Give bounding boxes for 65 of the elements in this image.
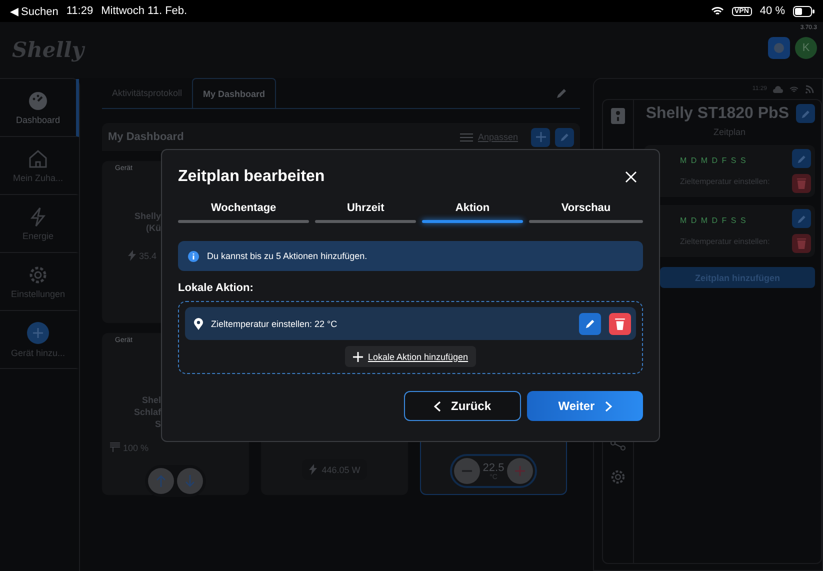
plus-button[interactable]: [507, 458, 534, 484]
location-pin-icon: [194, 318, 203, 330]
plus-icon: [352, 352, 363, 362]
step-tab[interactable]: Wochentage: [178, 202, 310, 223]
status-time: 11:29: [66, 5, 94, 17]
tab[interactable]: My Dashboard: [192, 78, 276, 108]
home-icon: [28, 148, 48, 168]
weekdays-label: M D M D F S S: [680, 216, 748, 225]
back-link[interactable]: ◀ Suchen: [10, 4, 58, 18]
cloud-icon: [773, 86, 783, 92]
lightning-icon: [128, 250, 136, 261]
pencil-icon: [796, 154, 806, 164]
thermostat-icon[interactable]: [611, 108, 625, 124]
arrow-down-icon: [185, 475, 195, 487]
step-tab[interactable]: Uhrzeit: [315, 202, 416, 223]
avatar[interactable]: K: [795, 37, 817, 59]
settings-icon[interactable]: [610, 469, 626, 485]
settings-icon: [28, 264, 48, 284]
device-title: Shelly ST1820 PbS: [646, 104, 789, 122]
pencil-icon: [796, 214, 806, 224]
pencil-icon: [584, 318, 596, 329]
close-icon[interactable]: [625, 171, 637, 183]
lightning-icon: [308, 464, 317, 475]
back-button[interactable]: Zurück: [404, 391, 521, 421]
arrow-up-icon: [156, 475, 166, 487]
trash-icon: [797, 178, 806, 189]
status-button[interactable]: [768, 37, 790, 59]
pencil-icon: [560, 132, 570, 142]
chevron-right-icon: [604, 400, 612, 412]
trash-icon: [615, 318, 625, 330]
status-date: Mittwoch 11. Feb.: [101, 5, 188, 17]
shutter-icon: [110, 442, 120, 453]
plus-icon: [27, 322, 49, 344]
status-dot-icon: [773, 42, 785, 54]
wifi-icon: [789, 86, 799, 92]
battery-icon: [793, 6, 815, 16]
add-action-button[interactable]: Lokale Aktion hinzufügen: [344, 346, 476, 367]
chevron-left-icon: [434, 400, 441, 412]
info-icon: [188, 250, 199, 262]
pencil-icon[interactable]: [556, 87, 568, 99]
gauge-icon: [28, 90, 48, 110]
step-tab[interactable]: Aktion: [422, 202, 523, 223]
rss-icon: [805, 84, 814, 94]
wifi-icon: [710, 6, 724, 16]
minus-button[interactable]: [454, 458, 480, 484]
sidebar-item[interactable]: Dashboard: [0, 79, 79, 137]
delete-button[interactable]: [609, 312, 631, 334]
info-banner: Du kannst bis zu 5 Aktionen hinzufügen.: [178, 241, 643, 271]
up-button[interactable]: [148, 468, 174, 494]
pencil-icon: [800, 108, 810, 118]
down-button[interactable]: [177, 468, 203, 494]
edit-button[interactable]: [579, 312, 601, 334]
battery-percent: 40 %: [760, 5, 785, 17]
add-button[interactable]: [531, 128, 550, 146]
lightning-icon: [30, 206, 46, 226]
next-button[interactable]: Weiter: [527, 391, 643, 421]
step-tab[interactable]: Vorschau: [528, 202, 643, 223]
temperature-value: 22.5: [482, 462, 504, 474]
weekdays-label: M D M D F S S: [680, 156, 748, 165]
dashboard-title: My Dashboard: [108, 131, 184, 143]
section-label: Lokale Aktion:: [178, 282, 254, 294]
plus-icon: [536, 132, 546, 142]
trash-icon: [797, 238, 806, 249]
plus-icon: [515, 466, 526, 476]
action-label: Zieltemperatur einstellen: 22 °C: [211, 318, 338, 328]
